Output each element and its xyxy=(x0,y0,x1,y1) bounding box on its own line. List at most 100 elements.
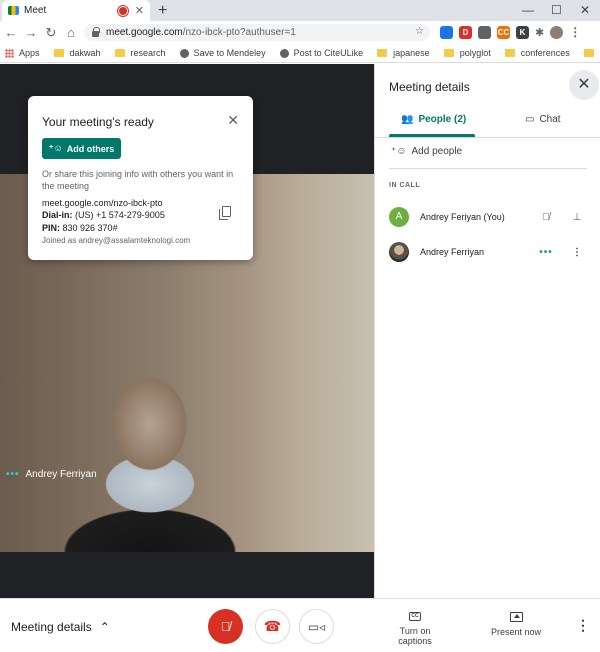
reload-icon[interactable]: ↻ xyxy=(41,25,61,41)
meeting-link[interactable]: meet.google.com/nzo-ibck-pto xyxy=(42,198,163,208)
hang-up-icon: ☎ xyxy=(263,618,282,634)
folder-icon xyxy=(377,49,388,57)
bookmark-label: dakwah xyxy=(69,48,101,58)
bookmark-item[interactable]: research xyxy=(114,48,166,58)
copy-icon[interactable] xyxy=(219,206,231,220)
bookmark-label: Post to CiteULike xyxy=(293,48,364,58)
tab-close-icon[interactable]: ✕ xyxy=(135,4,144,17)
dialog-title: Your meeting's ready xyxy=(42,115,154,129)
meet-favicon-icon xyxy=(8,6,19,15)
present-now-button[interactable]: Present now xyxy=(490,612,542,637)
puzzle-icon[interactable]: ✱ xyxy=(535,26,544,39)
video-name-tag: ••• Andrey Ferriyan xyxy=(6,469,97,480)
extension-icon[interactable]: CC xyxy=(497,25,510,39)
add-others-button[interactable]: ⁺☺ Add others xyxy=(42,138,121,159)
bookmark-item[interactable]: snort xyxy=(583,48,600,58)
bookmark-item[interactable]: Apps xyxy=(5,48,40,58)
tab-people[interactable]: 👥 People (2) xyxy=(401,114,466,125)
people-icon: 👥 xyxy=(401,114,414,125)
meeting-details-toggle[interactable]: Meeting details ⌃ xyxy=(11,620,110,634)
extensions-bar: D CC K ✱ ⋮ xyxy=(440,25,581,39)
minimize-button[interactable]: — xyxy=(522,0,534,21)
camera-toggle-button[interactable]: ▭◃ xyxy=(299,609,334,644)
present-icon xyxy=(509,612,523,622)
bookmarks-bar: Apps dakwah research Save to Mendeley Post t… xyxy=(0,44,600,63)
extension-icon[interactable] xyxy=(478,25,491,39)
add-people-label: Add people xyxy=(411,146,463,157)
pin-value: 830 926 370# xyxy=(62,223,118,233)
browser-toolbar: ← → ↻ ⌂ meet.google.com /nzo-ibck-pto?au… xyxy=(0,21,600,44)
mic-off-icon[interactable]: 🎙̸ xyxy=(536,212,556,223)
globe-icon xyxy=(179,48,189,58)
more-options-icon[interactable]: ⋮ xyxy=(567,247,587,258)
divider xyxy=(389,168,587,169)
forward-icon[interactable]: → xyxy=(21,25,41,40)
address-bar[interactable]: meet.google.com /nzo-ibck-pto?authuser=1… xyxy=(84,24,430,41)
bookmark-label: polyglot xyxy=(459,48,491,58)
bookmark-star-icon[interactable]: ☆ xyxy=(415,26,424,37)
in-call-heading: IN CALL xyxy=(389,182,421,189)
avatar xyxy=(389,242,409,262)
url-domain: meet.google.com xyxy=(106,27,183,38)
meeting-details-panel: Meeting details ✕ 👥 People (2) ▭ Chat ⁺☺… xyxy=(374,64,600,598)
extension-icon[interactable] xyxy=(440,25,453,39)
bookmark-item[interactable]: polyglot xyxy=(443,48,491,58)
microphone-toggle-button[interactable]: 🎙̸ xyxy=(208,609,243,644)
tab-title: Meet xyxy=(24,5,47,16)
add-people-button[interactable]: ⁺☺ Add people xyxy=(391,146,462,157)
bookmark-item[interactable]: dakwah xyxy=(53,48,101,58)
folder-icon xyxy=(53,49,64,57)
meeting-ready-dialog: Your meeting's ready ✕ ⁺☺ Add others Or … xyxy=(28,96,253,260)
browser-menu-icon[interactable]: ⋮ xyxy=(569,25,581,39)
home-icon[interactable]: ⌂ xyxy=(61,25,81,40)
add-person-icon: ⁺☺ xyxy=(48,143,63,153)
chevron-up-icon: ⌃ xyxy=(99,620,110,634)
more-options-icon[interactable]: ⋮ xyxy=(576,617,590,634)
mic-off-icon: 🎙̸ xyxy=(220,619,231,634)
new-tab-button[interactable]: + xyxy=(158,2,167,20)
add-person-icon: ⁺☺ xyxy=(391,146,407,157)
bookmark-item[interactable]: Save to Mendeley xyxy=(179,48,266,58)
share-info-text: Or share this joining info with others y… xyxy=(42,169,234,191)
divider xyxy=(375,137,600,138)
app-root: Meet ✕ + — ☐ ✕ ← → ↻ ⌂ meet.google.com /… xyxy=(0,0,600,652)
captions-icon: CC xyxy=(409,612,421,621)
participant-name: Andrey Feriyan (You) xyxy=(420,212,505,222)
bookmark-item[interactable]: conferences xyxy=(504,48,570,58)
tab-people-label: People (2) xyxy=(418,114,467,125)
url-path: /nzo-ibck-pto?authuser=1 xyxy=(182,27,296,38)
browser-tabstrip: Meet ✕ + — ☐ ✕ xyxy=(0,0,600,21)
participant-row[interactable]: Andrey Ferriyan ••• ⋮ xyxy=(389,241,587,263)
camera-icon: ▭◃ xyxy=(307,619,326,634)
folder-icon xyxy=(114,49,125,57)
apps-grid-icon xyxy=(5,48,14,58)
back-icon[interactable]: ← xyxy=(1,25,21,40)
bookmark-label: Save to Mendeley xyxy=(193,48,266,58)
bookmark-item[interactable]: Post to CiteULike xyxy=(279,48,364,58)
browser-tab-meet[interactable]: Meet ✕ xyxy=(2,0,150,21)
meeting-controls-bar: Meeting details ⌃ 🎙̸ ☎ ▭◃ CC Turn on cap… xyxy=(0,598,600,652)
close-window-button[interactable]: ✕ xyxy=(580,0,590,21)
meeting-details-label: Meeting details xyxy=(11,620,92,634)
profile-avatar[interactable] xyxy=(550,25,564,39)
maximize-button[interactable]: ☐ xyxy=(551,0,562,21)
participant-row[interactable]: A Andrey Feriyan (You) 🎙̸ ⊥ xyxy=(389,206,587,228)
globe-icon xyxy=(279,48,289,58)
participant-name: Andrey Ferriyan xyxy=(420,247,485,257)
captions-label: Turn on captions xyxy=(398,626,432,646)
captions-button[interactable]: CC Turn on captions xyxy=(382,612,448,646)
pin-icon[interactable]: ⊥ xyxy=(567,212,587,223)
tab-chat[interactable]: ▭ Chat xyxy=(525,114,561,125)
close-icon[interactable]: ✕ xyxy=(227,112,239,129)
leave-call-button[interactable]: ☎ xyxy=(255,609,290,644)
folder-icon xyxy=(443,49,454,57)
bookmark-item[interactable]: japanese xyxy=(377,48,430,58)
folder-icon xyxy=(504,49,515,57)
tab-chat-label: Chat xyxy=(539,114,561,125)
extension-icon[interactable]: D xyxy=(459,25,472,39)
extension-icon[interactable]: K xyxy=(516,25,529,39)
bookmark-label: research xyxy=(130,48,166,58)
dial-in-value: (US) +1 574-279-9005 xyxy=(75,210,165,220)
dial-in-info: Dial-in: (US) +1 574-279-9005 xyxy=(42,210,165,220)
panel-close-button[interactable]: ✕ xyxy=(569,70,599,100)
